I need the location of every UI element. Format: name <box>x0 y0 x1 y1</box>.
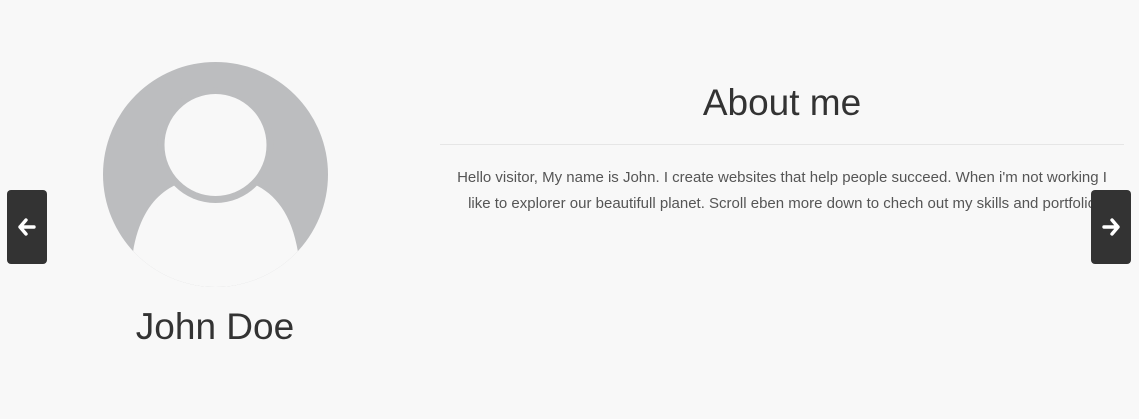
profile-name: John Doe <box>135 306 295 347</box>
user-placeholder-icon <box>103 62 328 287</box>
about-text: Hello visitor, My name is John. I create… <box>457 169 1107 212</box>
carousel-prev-button[interactable] <box>7 190 47 264</box>
about-title: About me <box>440 80 1124 145</box>
carousel-next-button[interactable] <box>1091 190 1131 264</box>
profile-carousel: John Doe About me Hello visitor, My name… <box>0 0 1139 419</box>
about-section: About me Hello visitor, My name is John.… <box>440 80 1124 217</box>
arrow-left-icon <box>18 218 36 236</box>
arrow-right-icon <box>1102 218 1120 236</box>
avatar <box>103 62 328 287</box>
